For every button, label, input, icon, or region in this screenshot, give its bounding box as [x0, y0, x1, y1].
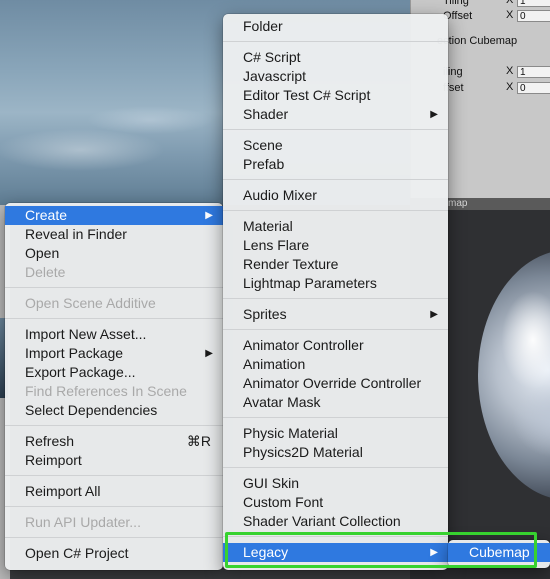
context-menu: Create ▶ Reveal in Finder Open Delete Op…	[5, 203, 223, 570]
menu-separator	[5, 475, 223, 476]
menu-item-import-new-asset[interactable]: Import New Asset...	[5, 325, 223, 344]
menu-separator	[5, 425, 223, 426]
menu-separator	[223, 179, 448, 180]
menu-item-run-api-updater: Run API Updater...	[25, 514, 141, 530]
menu-item-find-references: Find References In Scene	[25, 383, 187, 399]
menu-item-reveal-in-finder[interactable]: Reveal in Finder	[5, 225, 223, 244]
submenu-arrow-icon: ▶	[205, 210, 213, 221]
menu-item-sprites[interactable]: Sprites ▶	[223, 305, 448, 324]
menu-item-create[interactable]: Create ▶	[5, 206, 223, 225]
menu-item-prefab[interactable]: Prefab	[223, 155, 448, 174]
menu-item-avatar-mask[interactable]: Avatar Mask	[223, 393, 448, 412]
menu-item-label: Sprites	[243, 306, 287, 322]
offset-x-field[interactable]: 0	[517, 10, 550, 22]
menu-item-refresh[interactable]: Refresh ⌘R	[5, 432, 223, 451]
menu-item-open-csharp-project[interactable]: Open C# Project	[5, 544, 223, 563]
menu-item-render-texture[interactable]: Render Texture	[223, 255, 448, 274]
menu-item-lightmap-parameters[interactable]: Lightmap Parameters	[223, 274, 448, 293]
menu-separator	[5, 537, 223, 538]
tiling-x-field[interactable]: 1	[517, 0, 550, 7]
menu-item-audio-mixer[interactable]: Audio Mixer	[223, 186, 448, 205]
offset-x-label-2: X	[506, 81, 514, 93]
menu-item-reimport[interactable]: Reimport	[5, 451, 223, 470]
menu-item-select-dependencies[interactable]: Select Dependencies	[5, 401, 223, 420]
menu-item-label: Import Package	[25, 345, 124, 361]
menu-item-animator-controller[interactable]: Animator Controller	[223, 336, 448, 355]
menu-separator	[223, 329, 448, 330]
menu-item-physics2d-material[interactable]: Physics2D Material	[223, 443, 448, 462]
menu-item-lens-flare[interactable]: Lens Flare	[223, 236, 448, 255]
reflective-sphere	[478, 250, 550, 500]
menu-item-physic-material[interactable]: Physic Material	[223, 424, 448, 443]
tiling-label: Tiling	[443, 0, 469, 7]
menu-item-open[interactable]: Open	[5, 244, 223, 263]
menu-separator	[223, 210, 448, 211]
tiling-x-field-2[interactable]: 1	[517, 66, 550, 78]
menu-item-delete: Delete	[25, 264, 66, 280]
tiling-x-label: X	[506, 0, 514, 6]
menu-item-csharp-script[interactable]: C# Script	[223, 48, 448, 67]
menu-separator	[223, 467, 448, 468]
menu-item-editor-test-script[interactable]: Editor Test C# Script	[223, 86, 448, 105]
menu-separator	[223, 417, 448, 418]
submenu-arrow-icon: ▶	[430, 309, 438, 320]
menu-item-export-package[interactable]: Export Package...	[5, 363, 223, 382]
menu-separator	[5, 506, 223, 507]
menu-separator	[223, 41, 448, 42]
menu-item-label: Create	[25, 207, 68, 223]
submenu-arrow-icon: ▶	[430, 109, 438, 120]
preview-label: map	[448, 198, 468, 209]
offset-x-field-2[interactable]: 0	[517, 82, 550, 94]
menu-item-import-package[interactable]: Import Package ▶	[5, 344, 223, 363]
tiling-x-label-2: X	[506, 65, 514, 77]
menu-item-material[interactable]: Material	[223, 217, 448, 236]
menu-item-shader[interactable]: Shader ▶	[223, 105, 448, 124]
menu-item-javascript[interactable]: Javascript	[223, 67, 448, 86]
menu-item-open-scene-additive: Open Scene Additive	[25, 295, 156, 311]
menu-item-label: Shader	[243, 106, 289, 122]
menu-item-animator-override-controller[interactable]: Animator Override Controller	[223, 374, 448, 393]
menu-item-gui-skin[interactable]: GUI Skin	[223, 474, 448, 493]
refresh-shortcut: ⌘R	[186, 433, 211, 449]
menu-separator	[223, 129, 448, 130]
menu-item-scene[interactable]: Scene	[223, 136, 448, 155]
menu-item-folder[interactable]: Folder	[223, 17, 448, 36]
offset-x-label: X	[506, 9, 514, 21]
menu-item-custom-font[interactable]: Custom Font	[223, 493, 448, 512]
highlight-annotation-box	[225, 532, 537, 568]
menu-item-animation[interactable]: Animation	[223, 355, 448, 374]
create-submenu: Folder C# Script Javascript Editor Test …	[223, 14, 448, 570]
cubemap-section-title: ection Cubemap	[437, 35, 518, 47]
menu-separator	[5, 318, 223, 319]
menu-item-label: Refresh	[25, 433, 75, 449]
menu-separator	[5, 287, 223, 288]
menu-item-shader-variant-collection[interactable]: Shader Variant Collection	[223, 512, 448, 531]
submenu-arrow-icon: ▶	[205, 348, 213, 359]
menu-item-reimport-all[interactable]: Reimport All	[5, 482, 223, 501]
menu-separator	[223, 298, 448, 299]
